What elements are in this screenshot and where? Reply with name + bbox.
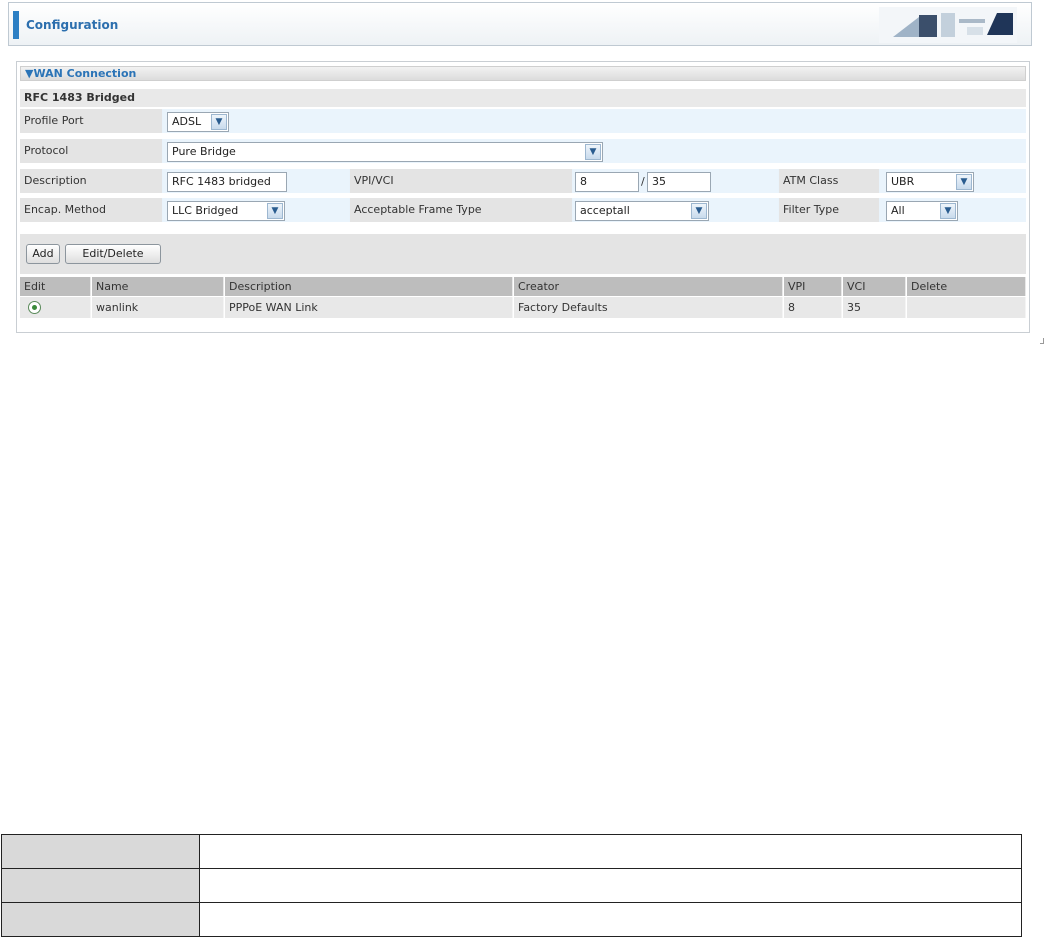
- profile-port-label: Profile Port: [20, 109, 162, 133]
- chevron-down-icon: ▼: [940, 203, 956, 219]
- wan-connection-section-header[interactable]: ▼WAN Connection: [20, 66, 1026, 81]
- col-vci: VCI: [843, 277, 906, 296]
- col-description: Description: [225, 277, 513, 296]
- filter-type-label: Filter Type: [779, 198, 879, 222]
- row-delete[interactable]: [907, 297, 1026, 318]
- atm-class-value: UBR: [891, 175, 915, 188]
- chevron-down-icon: ▼: [211, 114, 227, 130]
- chevron-down-icon: ▼: [585, 144, 601, 160]
- col-name: Name: [92, 277, 224, 296]
- vci-input[interactable]: 35: [647, 172, 711, 192]
- profile-port-value: ADSL: [172, 115, 202, 128]
- profile-port-row: Profile Port ADSL ▼: [20, 109, 1026, 134]
- vpi-input[interactable]: 8: [575, 172, 639, 192]
- row-name: wanlink: [92, 297, 224, 318]
- header-accent-bar: [13, 11, 19, 39]
- vpi-vci-label: VPI/VCI: [350, 169, 572, 193]
- chevron-down-icon: ▼: [691, 203, 707, 219]
- config-header: Configuration: [8, 2, 1032, 46]
- chevron-down-icon: ▼: [956, 174, 972, 190]
- filter-type-select[interactable]: All ▼: [886, 201, 958, 221]
- atm-class-label: ATM Class: [779, 169, 879, 193]
- action-button-bar: Add Edit/Delete: [20, 234, 1026, 274]
- rfc1483-subheader: RFC 1483 Bridged: [20, 89, 1026, 107]
- table-row: wanlink PPPoE WAN Link Factory Defaults …: [20, 297, 1026, 318]
- filter-type-value: All: [891, 204, 905, 217]
- encap-method-label: Encap. Method: [20, 198, 162, 222]
- row-creator: Factory Defaults: [514, 297, 783, 318]
- description-label: Description: [20, 169, 162, 193]
- table-value-cell: [199, 868, 1022, 903]
- row-description: PPPoE WAN Link: [225, 297, 513, 318]
- table-key-cell: [1, 868, 200, 903]
- wan-connection-panel: ▼WAN Connection RFC 1483 Bridged Profile…: [16, 61, 1030, 333]
- protocol-value: Pure Bridge: [172, 145, 236, 158]
- col-creator: Creator: [514, 277, 783, 296]
- profile-port-select[interactable]: ADSL ▼: [167, 112, 229, 132]
- corner-mark: [1040, 338, 1044, 344]
- col-delete: Delete: [907, 277, 1026, 296]
- wan-table-header: Edit Name Description Creator VPI VCI De…: [20, 277, 1026, 296]
- network-banner-icon: [879, 7, 1017, 43]
- protocol-row: Protocol Pure Bridge ▼: [20, 139, 1026, 164]
- add-button[interactable]: Add: [26, 244, 60, 264]
- frame-type-value: acceptall: [580, 204, 630, 217]
- table-key-cell: [1, 834, 200, 869]
- description-row: Description RFC 1483 bridged VPI/VCI 8 /…: [20, 169, 1026, 194]
- col-vpi: VPI: [784, 277, 842, 296]
- chevron-down-icon: ▼: [267, 203, 283, 219]
- edit-delete-button[interactable]: Edit/Delete: [65, 244, 161, 264]
- table-row: [1, 868, 1022, 903]
- atm-class-select[interactable]: UBR ▼: [886, 172, 974, 192]
- encap-method-row: Encap. Method LLC Bridged ▼ Acceptable F…: [20, 198, 1026, 223]
- protocol-label: Protocol: [20, 139, 162, 163]
- table-key-cell: [1, 902, 200, 937]
- encap-method-select[interactable]: LLC Bridged ▼: [167, 201, 285, 221]
- vpi-vci-separator: /: [641, 175, 645, 188]
- protocol-select[interactable]: Pure Bridge ▼: [167, 142, 603, 162]
- page-title: Configuration: [26, 18, 119, 32]
- table-row: [1, 834, 1022, 869]
- frame-type-select[interactable]: acceptall ▼: [575, 201, 709, 221]
- col-edit: Edit: [20, 277, 91, 296]
- radio-selected-icon[interactable]: [28, 301, 41, 314]
- encap-method-value: LLC Bridged: [172, 204, 239, 217]
- table-row: [1, 902, 1022, 937]
- row-vci: 35: [843, 297, 906, 318]
- description-input[interactable]: RFC 1483 bridged: [167, 172, 287, 192]
- frame-type-label: Acceptable Frame Type: [350, 198, 572, 222]
- table-value-cell: [199, 834, 1022, 869]
- table-value-cell: [199, 902, 1022, 937]
- description-table: [1, 834, 1022, 937]
- row-vpi: 8: [784, 297, 842, 318]
